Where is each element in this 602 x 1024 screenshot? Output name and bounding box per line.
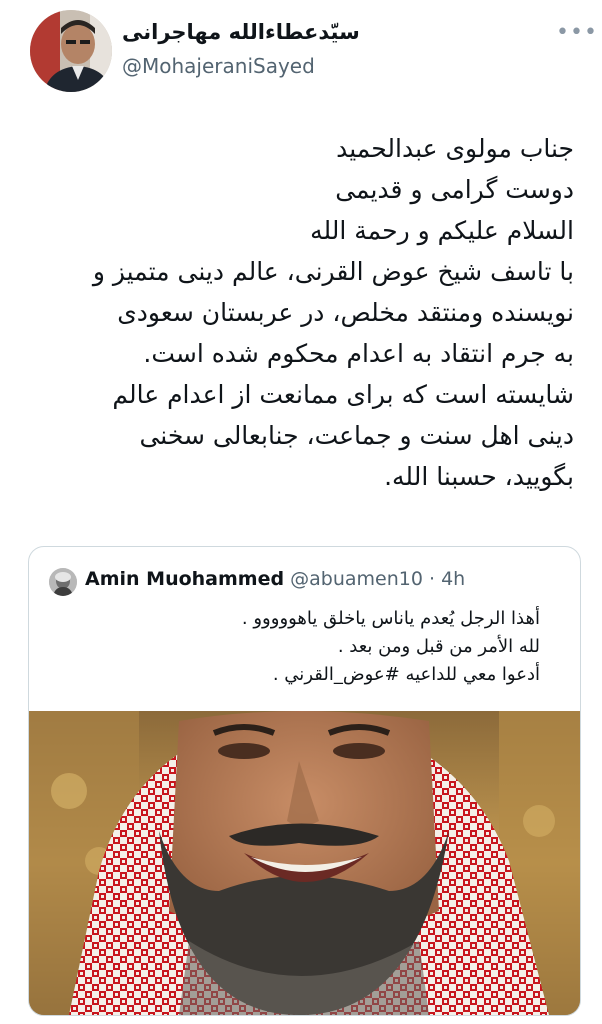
tweet-text-line: شایسته است که برای ممانعت از اعدام عالم [112, 380, 574, 409]
tweet-text-line: السلام علیکم و رحمة الله [310, 216, 574, 245]
quoted-author-handle[interactable]: @abuamen10 [290, 568, 423, 590]
tweet-text: جناب مولوی عبدالحمید دوست گرامی و قدیمی … [14, 128, 574, 497]
quoted-tweet-time[interactable]: 4h [441, 568, 465, 590]
quoted-tweet-text: أهذا الرجل يُعدم ياناس ياخلق ياهووووو . … [40, 605, 540, 689]
quoted-tweet[interactable]: Amin Muohammed @abuamen10 · 4h أهذا الرج… [28, 546, 581, 1016]
author-avatar-image [30, 10, 112, 92]
tweet-text-line: با تاسف شیخ عوض القرنی، عالم دینی متمیز … [92, 257, 574, 286]
quoted-author-avatar[interactable] [49, 568, 77, 596]
quoted-text-line: أدعوا معي للداعيه #عوض_القرني . [272, 664, 540, 685]
author-handle[interactable]: @MohajeraniSayed [122, 54, 315, 78]
tweet-text-line: دوست گرامی و قدیمی [335, 175, 574, 204]
tweet-text-line: جناب مولوی عبدالحمید [336, 134, 574, 163]
ellipsis-icon[interactable]: ••• [556, 22, 598, 44]
author-avatar[interactable] [30, 10, 112, 92]
tweet: سیّدعطاءالله مهاجرانی @MohajeraniSayed •… [0, 0, 602, 1024]
tweet-text-line: به جرم انتقاد به اعدام محکوم شده است. [143, 339, 574, 368]
portrait-photo [29, 711, 580, 1015]
separator-dot: · [428, 568, 436, 590]
tweet-text-line: بگویید، حسبنا الله. [384, 462, 574, 491]
quoted-author-name[interactable]: Amin Muohammed [85, 568, 284, 590]
quoted-text-line: أهذا الرجل يُعدم ياناس ياخلق ياهووووو . [241, 608, 540, 629]
quoted-author-avatar-image [49, 568, 77, 596]
tweet-text-line: دینی اهل سنت و جماعت، جنابعالی سخنی [139, 421, 574, 450]
author-display-name[interactable]: سیّدعطاءالله مهاجرانی [122, 20, 360, 44]
tweet-text-line: نویسنده ومنتقد مخلص، در عربستان سعودی [117, 298, 574, 327]
quoted-tweet-header: Amin Muohammed @abuamen10 · 4h [85, 568, 465, 590]
quoted-text-line: لله الأمر من قبل ومن بعد . [337, 636, 540, 657]
quoted-tweet-photo[interactable] [29, 711, 580, 1015]
